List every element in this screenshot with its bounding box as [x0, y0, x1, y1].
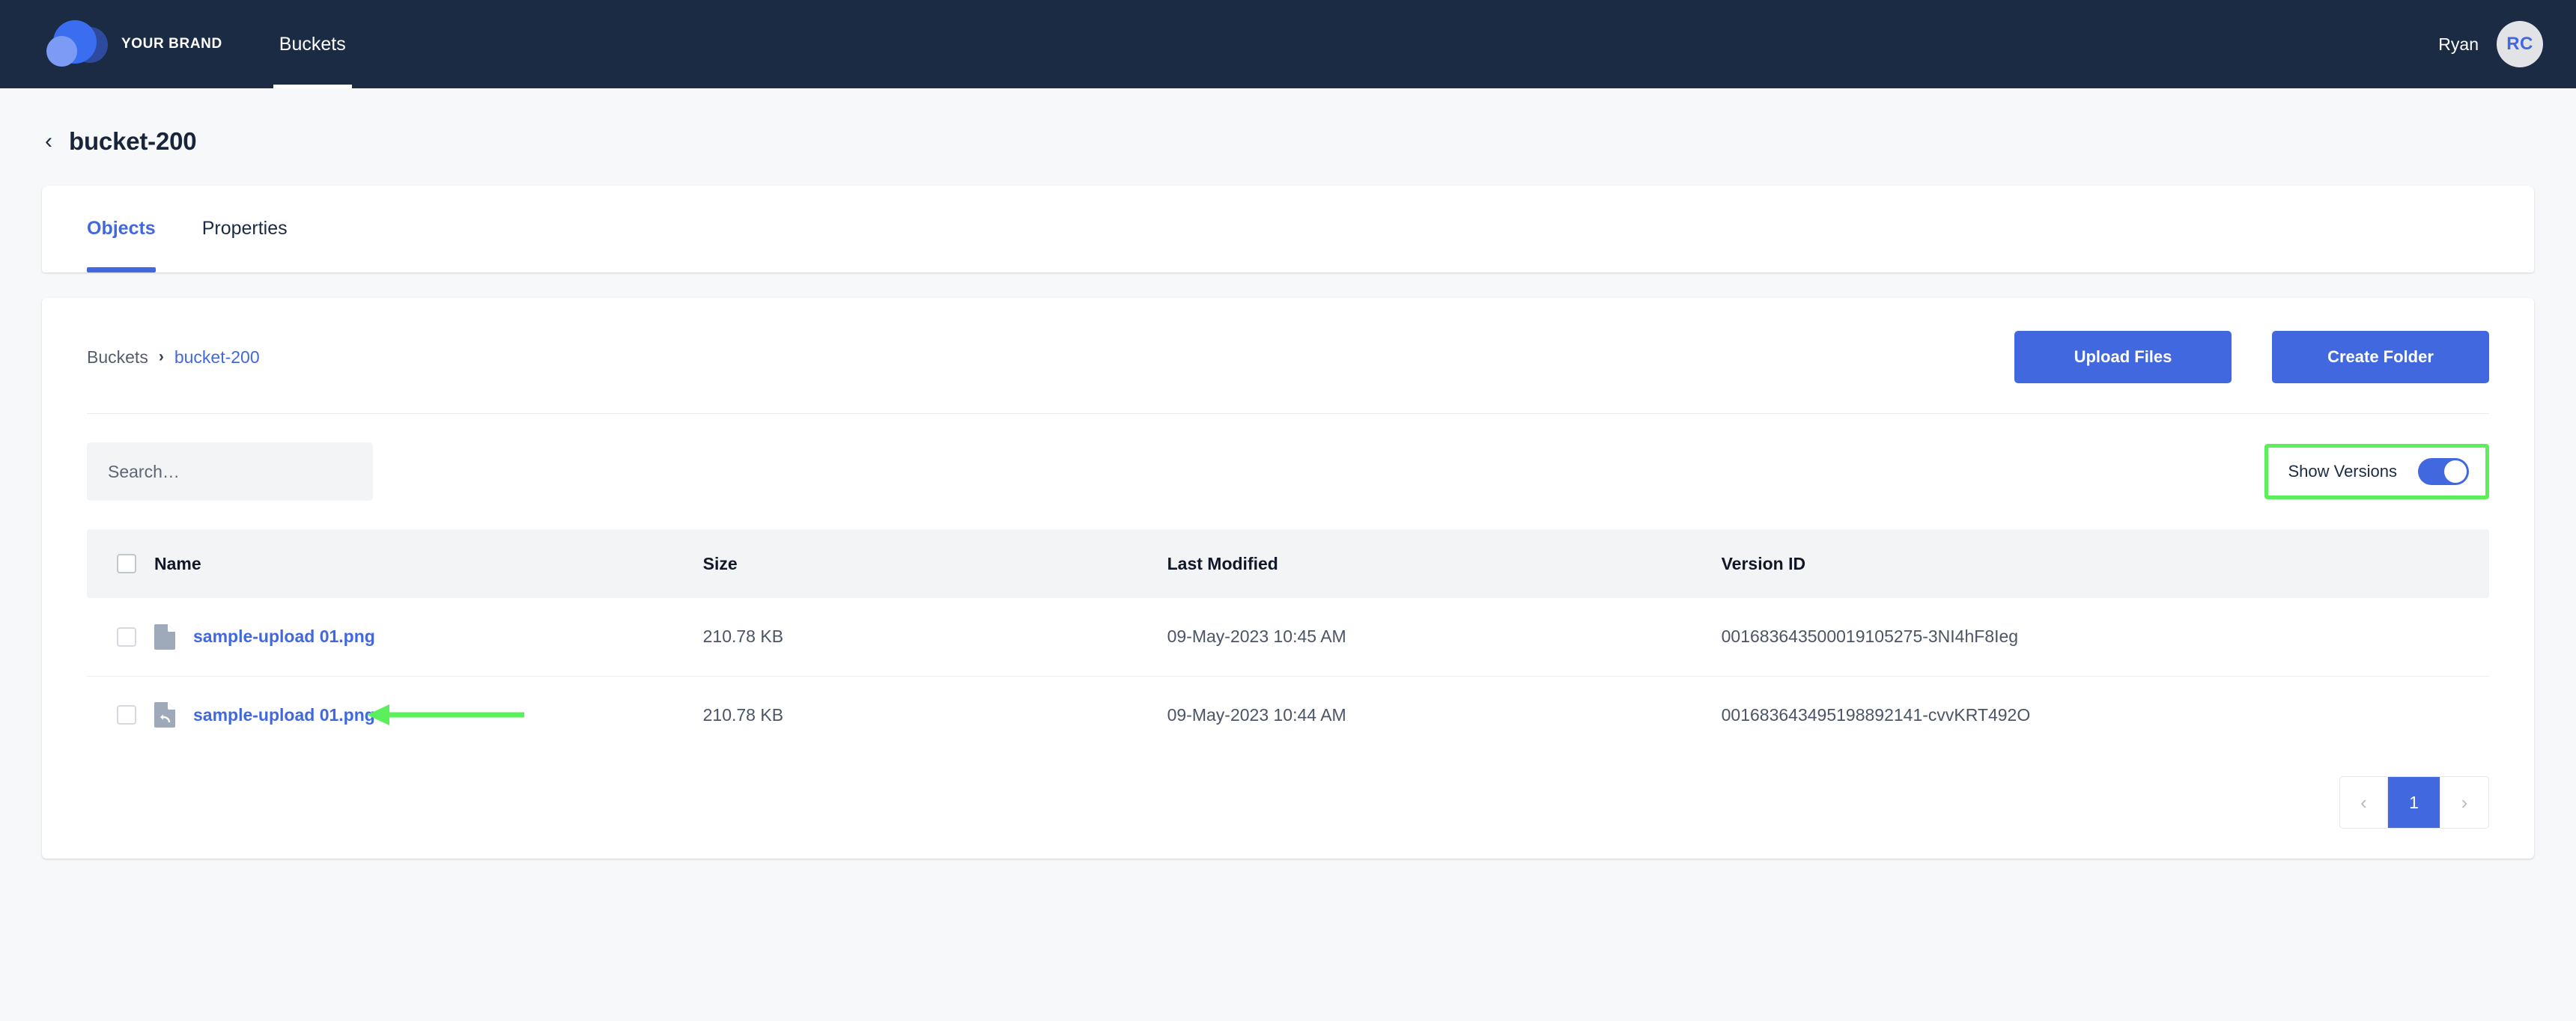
row-size-cell: 210.78 KB [702, 704, 784, 725]
column-header-size[interactable]: Size [702, 529, 1167, 598]
file-name-link[interactable]: sample-upload 01.png [193, 627, 375, 647]
show-versions-control[interactable]: Show Versions [2264, 444, 2489, 499]
table-row[interactable]: sample-upload 01.png 210.78 KB 09-May-20… [87, 598, 2489, 677]
file-icon [154, 624, 175, 650]
show-versions-toggle[interactable] [2418, 458, 2469, 485]
top-navigation-bar: YOUR BRAND Buckets Ryan RC [0, 0, 2576, 88]
table-row[interactable]: sample-upload 01.png 210.78 KB 09-May-20… [87, 676, 2489, 754]
row-version-id-cell: 001683643500019105275-3NI4hF8Ieg [1721, 598, 2489, 677]
column-header-last-modified[interactable]: Last Modified [1167, 529, 1722, 598]
table-header: Name Size Last Modified Version ID [87, 529, 2489, 598]
chevron-left-icon[interactable]: ‹ [42, 130, 55, 153]
show-versions-label: Show Versions [2288, 462, 2397, 481]
tab-label: Objects [87, 217, 156, 239]
row-last-modified-cell: 09-May-2023 10:44 AM [1167, 704, 1346, 725]
breadcrumb-root[interactable]: Buckets [87, 347, 148, 368]
nav-item-label: Buckets [279, 33, 346, 55]
row-select-cell [87, 676, 154, 754]
column-header-name[interactable]: Name [154, 529, 703, 598]
upload-files-button[interactable]: Upload Files [2014, 331, 2232, 383]
tab-properties[interactable]: Properties [202, 186, 288, 272]
file-name-link[interactable]: sample-upload 01.png [193, 705, 375, 725]
pagination-prev-button[interactable]: ‹ [2340, 777, 2388, 828]
table-body: sample-upload 01.png 210.78 KB 09-May-20… [87, 598, 2489, 754]
tab-list: Objects Properties [87, 186, 288, 272]
file-version-icon [154, 702, 175, 728]
page-header: ‹ bucket-200 [0, 88, 2576, 156]
brand-name: YOUR BRAND [121, 36, 222, 52]
select-all-checkbox[interactable] [117, 554, 136, 573]
divider [87, 413, 2489, 414]
select-all-header [87, 529, 154, 598]
row-last-modified-cell: 09-May-2023 10:45 AM [1167, 598, 1722, 677]
objects-table: Name Size Last Modified Version ID sampl… [87, 529, 2489, 754]
pagination-page-1[interactable]: 1 [2388, 777, 2440, 828]
objects-panel: Buckets › bucket-200 Upload Files Create… [42, 298, 2534, 859]
nav-item-buckets[interactable]: Buckets [273, 0, 352, 88]
breadcrumb-current[interactable]: bucket-200 [174, 347, 260, 368]
tab-label: Properties [201, 217, 288, 239]
pagination-next-button[interactable]: › [2440, 777, 2488, 828]
page-title: bucket-200 [69, 127, 197, 155]
row-version-id-cell: 001683643495198892141-cvvKRT492O [1721, 704, 2031, 725]
avatar[interactable]: RC [2497, 21, 2543, 67]
table-header-row: Name Size Last Modified Version ID [87, 529, 2489, 598]
user-menu[interactable]: Ryan RC [2438, 0, 2543, 88]
row-name-cell: sample-upload 01.png [154, 598, 703, 677]
breadcrumb: Buckets › bucket-200 [87, 347, 260, 368]
annotation-arrow-icon [367, 704, 524, 726]
tab-objects[interactable]: Objects [87, 186, 156, 272]
search-input[interactable] [87, 442, 373, 501]
primary-nav: Buckets [273, 0, 352, 88]
pagination: ‹ 1 › [2339, 776, 2489, 829]
row-select-cell [87, 598, 154, 677]
panel-actions: Upload Files Create Folder [2014, 331, 2489, 383]
tab-card: Objects Properties [42, 186, 2534, 272]
filter-row: Show Versions [87, 442, 2489, 501]
user-name: Ryan [2438, 34, 2479, 54]
row-size-cell: 210.78 KB [702, 598, 1167, 677]
brand[interactable]: YOUR BRAND [46, 20, 222, 67]
row-checkbox[interactable] [117, 705, 136, 725]
column-header-version-id[interactable]: Version ID [1721, 529, 2489, 598]
row-name-cell: sample-upload 01.png [154, 676, 703, 754]
row-checkbox[interactable] [117, 627, 136, 647]
pagination-row: ‹ 1 › [87, 776, 2489, 829]
breadcrumb-separator-icon: › [158, 348, 164, 365]
panel-toolbar: Buckets › bucket-200 Upload Files Create… [87, 331, 2489, 383]
cloud-logo-icon [46, 20, 108, 67]
create-folder-button[interactable]: Create Folder [2272, 331, 2489, 383]
